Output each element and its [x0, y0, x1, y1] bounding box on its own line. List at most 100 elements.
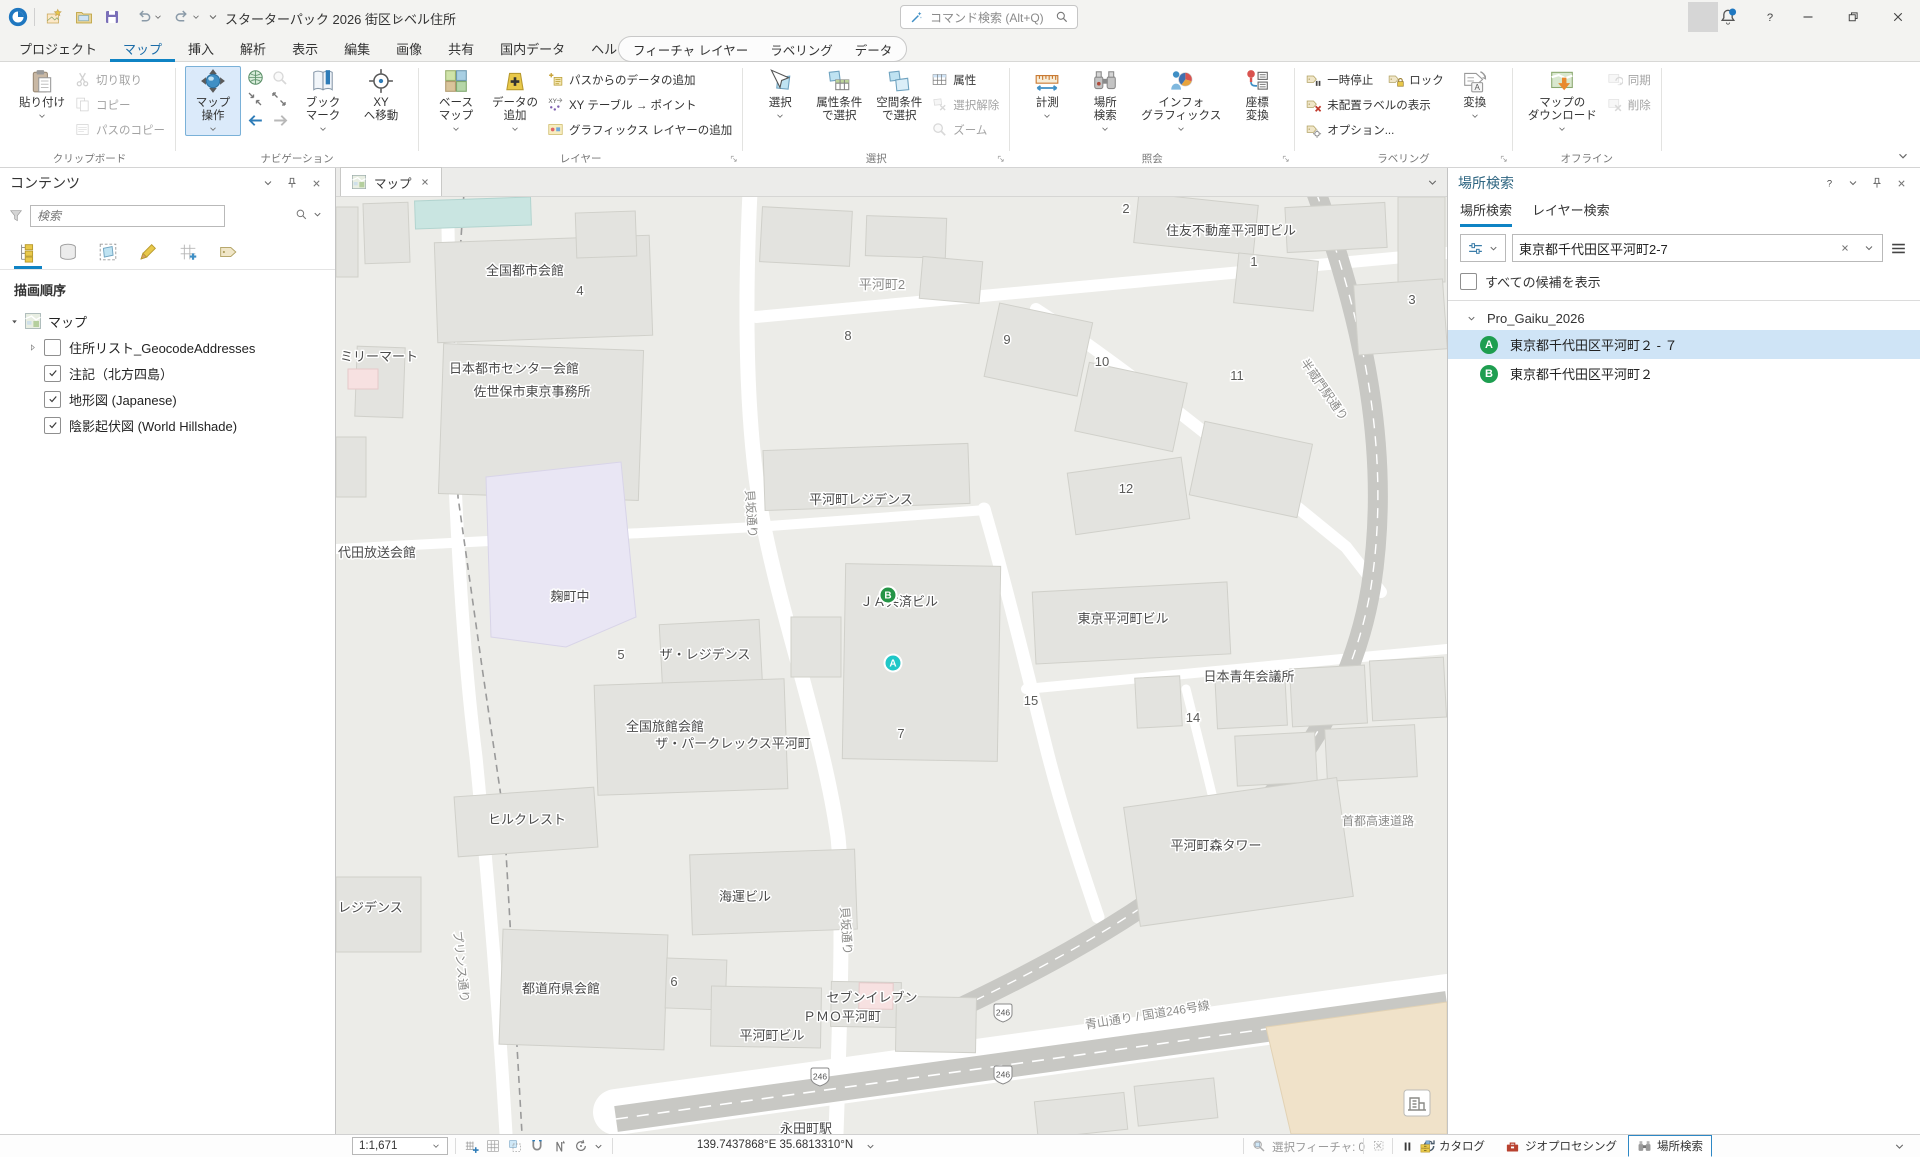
add-data-button[interactable]: データの追加	[486, 66, 544, 136]
collapse-ribbon-icon[interactable]	[1896, 149, 1910, 163]
add-graphics-button[interactable]: グラフィックス レイヤーの追加	[547, 119, 732, 140]
dialog-launcher-icon[interactable]	[730, 155, 740, 165]
fixed-zoom-in-icon[interactable]	[246, 90, 264, 108]
select-spatial-button[interactable]: 空間条件で選択	[870, 66, 928, 125]
chevron-down-icon[interactable]	[259, 174, 277, 192]
chevron-down-icon[interactable]	[592, 1137, 604, 1155]
rotate-view-icon[interactable]	[572, 1137, 590, 1155]
ribbon-tab-挿入[interactable]: 挿入	[175, 34, 227, 62]
overlap-select-icon[interactable]	[506, 1137, 524, 1155]
coordinate-button[interactable]: 座標変換	[1229, 66, 1285, 125]
locate-button[interactable]: 場所検索	[1077, 66, 1133, 136]
paste-button[interactable]: 貼り付け	[13, 66, 71, 123]
infographics-button[interactable]: インフォグラフィックス	[1135, 66, 1227, 136]
zoom-selection-button[interactable]: ズーム	[931, 119, 987, 140]
measure-button[interactable]: 計測	[1019, 66, 1075, 123]
locate-result-row[interactable]: B東京都千代田区平河町２	[1448, 359, 1920, 388]
pin-icon[interactable]	[1868, 174, 1886, 192]
clear-selection-button[interactable]: 選択解除	[931, 94, 999, 115]
chevron-down-icon[interactable]	[1893, 1140, 1906, 1153]
zoom-to-selection-icon[interactable]	[271, 69, 289, 87]
search-settings-button[interactable]	[1460, 234, 1506, 262]
chevron-down-icon[interactable]	[864, 1137, 876, 1155]
previous-extent-icon[interactable]	[246, 111, 265, 130]
map-view-tab[interactable]: マップ	[340, 167, 442, 196]
expander-down-icon[interactable]	[8, 316, 20, 327]
redo-dropdown-icon[interactable]	[190, 5, 202, 29]
basemap-button[interactable]: ベースマップ	[428, 66, 484, 136]
remove-button[interactable]: 削除	[1606, 94, 1651, 115]
contents-tab-editing-icon[interactable]	[134, 238, 162, 269]
copy-button[interactable]: コピー	[74, 94, 131, 115]
zoom-to-selection-icon[interactable]	[1250, 1137, 1268, 1155]
pane-tab-ジオプロセシング[interactable]: ジオプロセシング	[1496, 1135, 1626, 1157]
layer-tree-row[interactable]: 注記（北方四島）	[0, 360, 335, 386]
ribbon-tab-共有[interactable]: 共有	[435, 34, 487, 62]
pane-tab-場所検索[interactable]: 場所検索	[1628, 1135, 1712, 1157]
minimize-icon[interactable]	[1786, 0, 1830, 34]
result-group-row[interactable]: Pro_Gaiku_2026	[1448, 306, 1920, 330]
label-options-button[interactable]: オプション...	[1305, 119, 1394, 140]
label-unplaced-button[interactable]: 未配置ラベルの表示	[1305, 94, 1431, 115]
next-extent-icon[interactable]	[271, 111, 290, 130]
save-project-icon[interactable]	[100, 5, 124, 29]
new-project-icon[interactable]	[42, 5, 66, 29]
undo-dropdown-icon[interactable]	[152, 5, 164, 29]
contents-tab-selection-tab-icon[interactable]	[94, 238, 122, 269]
clear-selection-icon[interactable]	[1370, 1137, 1388, 1155]
notifications-icon[interactable]	[1706, 0, 1750, 34]
label-lock-button[interactable]: ロック	[1387, 69, 1444, 90]
contents-tab-drawing-order-icon[interactable]	[14, 238, 42, 269]
locate-tab-レイヤー検索[interactable]: レイヤー検索	[1532, 200, 1610, 227]
layer-visibility-checkbox[interactable]	[44, 417, 61, 434]
full-extent-icon[interactable]	[246, 68, 265, 87]
pane-tab-カタログ[interactable]: カタログ	[1410, 1135, 1494, 1157]
geocode-marker-B[interactable]: B	[880, 587, 897, 604]
locate-result-row[interactable]: A東京都千代田区平河町２ - ７	[1448, 330, 1920, 359]
layer-tree-row[interactable]: 陰影起伏図 (World Hillshade)	[0, 412, 335, 438]
grid-icon[interactable]	[484, 1137, 502, 1155]
clear-icon[interactable]	[1836, 239, 1854, 257]
ribbon-tab-画像[interactable]: 画像	[383, 34, 435, 62]
snapping-icon[interactable]	[528, 1137, 546, 1155]
menu-icon[interactable]	[1889, 239, 1908, 258]
ribbon-tab-国内データ[interactable]: 国内データ	[487, 34, 578, 62]
north-arrow-icon[interactable]	[550, 1137, 568, 1155]
locate-search-input[interactable]	[1513, 241, 1830, 256]
chevron-down-icon[interactable]	[1860, 239, 1878, 257]
dialog-launcher-icon[interactable]	[1500, 155, 1510, 165]
map-scale-select[interactable]: 1:1,671	[352, 1137, 448, 1155]
contextual-tab-ラベリング[interactable]: ラベリング	[770, 40, 833, 59]
command-search[interactable]: コマンド検索 (Alt+Q)	[900, 5, 1078, 29]
chevron-down-icon[interactable]	[312, 209, 323, 220]
add-path-button[interactable]: パスからのデータの追加	[547, 69, 696, 90]
ribbon-tab-解析[interactable]: 解析	[227, 34, 279, 62]
close-icon[interactable]	[1892, 174, 1910, 192]
map-canvas[interactable]: 全国都市会館住友不動産平河町ビル平河町2ミリーマート日本都市センター会館佐世保市…	[336, 197, 1447, 1134]
contents-tab-data-source-icon[interactable]	[54, 238, 82, 269]
help-icon[interactable]: ?	[1820, 174, 1838, 192]
xy-table-button[interactable]: XYXY テーブル → ポイント	[547, 94, 697, 115]
layer-visibility-checkbox[interactable]	[44, 339, 61, 356]
chevron-down-icon[interactable]	[1426, 176, 1439, 189]
copy-path-button[interactable]: パスのコピー	[74, 119, 165, 140]
locate-tab-場所検索[interactable]: 場所検索	[1460, 200, 1512, 227]
close-icon[interactable]	[1876, 0, 1920, 34]
select-attr-button[interactable]: 属性条件で選択	[810, 66, 868, 125]
contents-tab-labeling-tag-icon[interactable]	[214, 238, 242, 269]
goto-xy-button[interactable]: XYへ移動	[353, 66, 409, 125]
contextual-tab-フィーチャ レイヤー[interactable]: フィーチャ レイヤー	[633, 40, 748, 59]
label-convert-button[interactable]: A変換	[1447, 66, 1503, 123]
close-icon[interactable]	[307, 174, 325, 192]
ribbon-tab-マップ[interactable]: マップ	[110, 34, 175, 62]
label-pause-button[interactable]: 一時停止	[1305, 69, 1373, 90]
contextual-tab-データ[interactable]: データ	[855, 40, 893, 59]
layer-tree-row[interactable]: 住所リスト_GeocodeAddresses	[0, 334, 335, 360]
ribbon-tab-プロジェクト[interactable]: プロジェクト	[6, 34, 110, 62]
dialog-launcher-icon[interactable]	[1282, 155, 1292, 165]
geocode-marker-A[interactable]: A	[885, 655, 902, 672]
layer-tree-row[interactable]: 地形図 (Japanese)	[0, 386, 335, 412]
open-project-icon[interactable]	[72, 5, 96, 29]
expander-right-icon[interactable]	[26, 342, 38, 353]
contents-search-input[interactable]	[30, 205, 225, 227]
